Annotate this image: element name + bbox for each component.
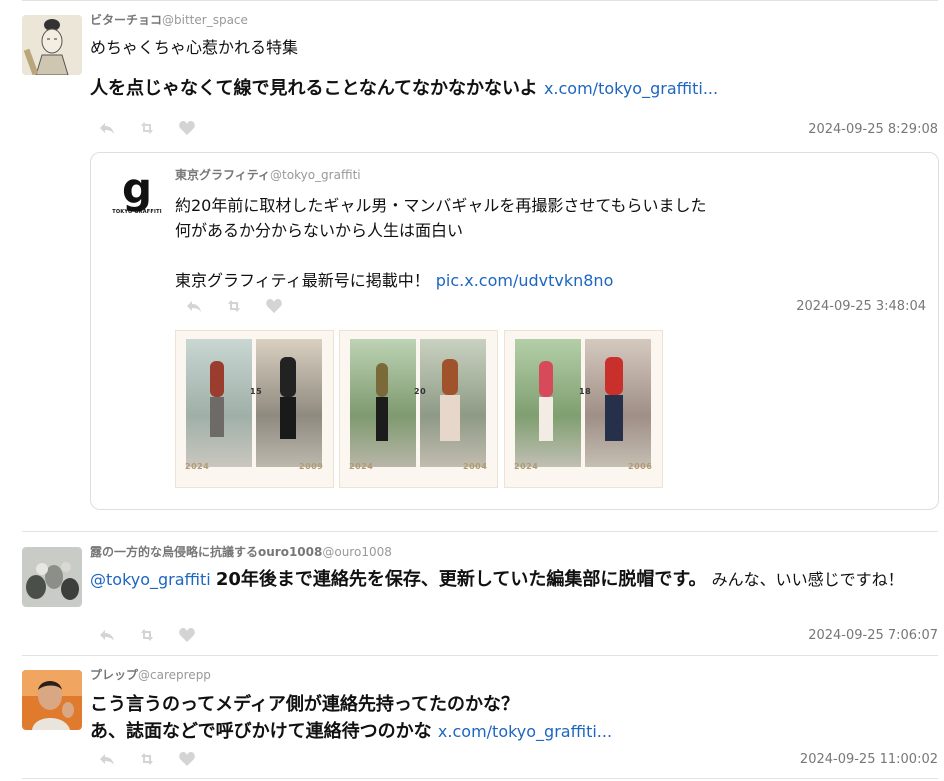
username[interactable]: @tokyo_graffiti — [270, 168, 361, 182]
year-right: 2004 — [463, 462, 488, 471]
quoted-link[interactable]: pic.x.com/udvtvkn8no — [436, 271, 614, 290]
reply-icon[interactable] — [98, 120, 118, 136]
post-header: 露の一方的な烏侵略に抗議するouro1008@ouro1008 — [90, 544, 938, 560]
like-icon[interactable] — [178, 751, 198, 767]
timestamp[interactable]: 2024-09-25 7:06:07 — [808, 628, 938, 643]
year-right: 2009 — [299, 462, 324, 471]
post-actions — [98, 120, 218, 136]
post-bitter-space: ビターチョコ@bitter_space めちゃくちゃ心惹かれる特集 人を点じゃな… — [0, 0, 944, 520]
display-name[interactable]: 東京グラフィティ — [175, 168, 270, 182]
retweet-icon[interactable] — [225, 298, 245, 314]
post-content: 露の一方的な烏侵略に抗議するouro1008@ouro1008 @tokyo_g… — [90, 544, 938, 593]
post-content: ビターチョコ@bitter_space めちゃくちゃ心惹かれる特集 人を点じゃな… — [90, 12, 938, 102]
post-actions — [98, 751, 218, 767]
post-text-line2-row: あ、誌面などで呼びかけて連絡待つのかな x.com/tokyo_graffiti… — [90, 718, 938, 745]
like-icon[interactable] — [265, 298, 285, 314]
post-actions — [98, 627, 218, 643]
retweet-icon[interactable] — [138, 627, 158, 643]
quoted-actions — [185, 298, 305, 314]
post-link[interactable]: x.com/tokyo_graffiti... — [438, 722, 612, 741]
like-icon[interactable] — [178, 120, 198, 136]
post-link[interactable]: x.com/tokyo_graffiti... — [544, 79, 718, 98]
retweet-icon[interactable] — [138, 120, 158, 136]
post-text: めちゃくちゃ心惹かれる特集 — [90, 38, 299, 57]
logo-text: TOKYO GRAFFITI — [112, 209, 162, 215]
display-name[interactable]: プレップ — [90, 668, 138, 682]
issue-number: 20 — [414, 387, 427, 396]
post-text-bold: 20年後まで連絡先を保存、更新していた編集部に脱帽です。 — [215, 569, 707, 590]
retweet-icon[interactable] — [138, 751, 158, 767]
issue-number: 18 — [579, 387, 592, 396]
timestamp[interactable]: 2024-09-25 8:29:08 — [808, 122, 938, 137]
username[interactable]: @careprepp — [138, 668, 211, 682]
quoted-header: 東京グラフィティ@tokyo_graffiti — [175, 167, 926, 183]
tokyo-graffiti-logo[interactable]: g TOKYO GRAFFITI — [112, 164, 162, 219]
quoted-line1: 約20年前に取材したギャル男・マンバギャルを再撮影させてもらいました — [175, 196, 707, 215]
post-header: プレップ@careprepp — [90, 667, 938, 683]
year-right: 2006 — [628, 462, 653, 471]
year-left: 2024 — [514, 462, 539, 471]
timestamp[interactable]: 2024-09-25 11:00:02 — [800, 752, 938, 767]
username[interactable]: @ouro1008 — [322, 545, 392, 559]
post-text-line2: あ、誌面などで呼びかけて連絡待つのかな — [90, 721, 432, 742]
quoted-post[interactable]: g TOKYO GRAFFITI 東京グラフィティ@tokyo_graffiti… — [90, 152, 939, 510]
post-header: ビターチョコ@bitter_space — [90, 12, 938, 28]
quoted-line3-row: 東京グラフィティ最新号に掲載中！ pic.x.com/udvtvkn8no — [175, 268, 926, 293]
quoted-text: 約20年前に取材したギャル男・マンバギャルを再撮影させてもらいました 何があるか… — [175, 193, 926, 293]
quoted-image[interactable]: 2024 2009 15 — [175, 330, 334, 488]
post-text-rest: みんな、いい感じですね！ — [711, 570, 904, 589]
logo-letter: g — [121, 164, 153, 213]
quoted-timestamp[interactable]: 2024-09-25 3:48:04 — [796, 299, 926, 314]
post-content: プレップ@careprepp こう言うのってメディア側が連絡先持ってたのかな？ … — [90, 667, 938, 745]
username[interactable]: @bitter_space — [162, 13, 248, 27]
display-name[interactable]: 露の一方的な烏侵略に抗議するouro1008 — [90, 545, 322, 559]
post-ouro1008: 露の一方的な烏侵略に抗議するouro1008@ouro1008 @tokyo_g… — [0, 531, 944, 655]
issue-number: 15 — [250, 387, 263, 396]
post-text-bold: 人を点じゃなくて線で見れることなんてなかなかないよ x.com/tokyo_gr… — [90, 75, 938, 102]
post-careprepp: プレップ@careprepp こう言うのってメディア側が連絡先持ってたのかな？ … — [0, 655, 944, 781]
quoted-line2: 何があるか分からないから人生は面白い — [175, 221, 464, 240]
reply-icon[interactable] — [185, 298, 205, 314]
avatar[interactable] — [22, 547, 82, 607]
reply-icon[interactable] — [98, 627, 118, 643]
quoted-content: 東京グラフィティ@tokyo_graffiti 約20年前に取材したギャル男・マ… — [175, 167, 926, 293]
quoted-line3: 東京グラフィティ最新号に掲載中！ — [175, 271, 430, 290]
year-left: 2024 — [349, 462, 374, 471]
display-name[interactable]: ビターチョコ — [90, 13, 162, 27]
like-icon[interactable] — [178, 627, 198, 643]
avatar[interactable] — [22, 15, 82, 75]
post-text-line1: こう言うのってメディア側が連絡先持ってたのかな？ — [90, 694, 519, 715]
year-left: 2024 — [185, 462, 210, 471]
post-text-line: 人を点じゃなくて線で見れることなんてなかなかないよ — [90, 78, 538, 99]
quoted-image[interactable]: 2024 2006 18 — [504, 330, 663, 488]
post-text: @tokyo_graffiti 20年後まで連絡先を保存、更新していた編集部に脱… — [90, 567, 938, 593]
divider — [22, 778, 938, 779]
quoted-image[interactable]: 2024 2004 20 — [339, 330, 498, 488]
mention-link[interactable]: @tokyo_graffiti — [90, 570, 211, 589]
reply-icon[interactable] — [98, 751, 118, 767]
avatar[interactable] — [22, 670, 82, 730]
post-text-bold: こう言うのってメディア側が連絡先持ってたのかな？ あ、誌面などで呼びかけて連絡待… — [90, 691, 938, 745]
